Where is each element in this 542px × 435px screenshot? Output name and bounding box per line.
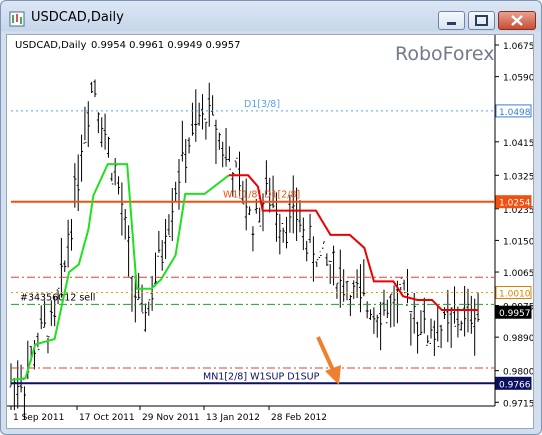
chart-app-icon bbox=[9, 11, 25, 27]
y-tick-label: 1.0675 bbox=[503, 42, 533, 52]
close-icon bbox=[511, 15, 523, 26]
chart-quotes-label: 0.9954 0.9961 0.9949 0.9957 bbox=[91, 40, 241, 51]
y-tick-label: 0.9800 bbox=[503, 368, 533, 378]
chart-window: USDCAD,Daily D1[3/8] W1[1/8] D1[2/8] #3435… bbox=[0, 0, 542, 435]
x-tick-label: 1 Sep 2011 bbox=[13, 413, 64, 423]
price-label: 1.0010 bbox=[499, 290, 531, 300]
minimize-button[interactable] bbox=[438, 11, 465, 30]
level-label: #34356012 sell bbox=[20, 292, 95, 303]
y-tick-label: 1.0325 bbox=[503, 172, 533, 182]
level-label: D1[3/8] bbox=[244, 99, 280, 110]
y-tick-label: 1.0415 bbox=[503, 139, 533, 149]
down-arrow-icon bbox=[316, 336, 341, 385]
x-tick-label: 13 Jan 2012 bbox=[206, 413, 260, 423]
title-bar[interactable]: USDCAD,Daily bbox=[1, 1, 541, 34]
y-tick-label: 0.9890 bbox=[503, 334, 533, 344]
price-label: 0.9766 bbox=[499, 380, 531, 390]
restore-icon bbox=[475, 15, 488, 26]
price-label: 1.0498 bbox=[499, 108, 531, 118]
minimize-icon bbox=[447, 22, 456, 25]
chart-area[interactable]: D1[3/8] W1[1/8] D1[2/8] #34356012 sell MN1[… bbox=[6, 34, 535, 429]
level-label: W1[1/8] D1[2/8] bbox=[223, 190, 300, 201]
x-tick-label: 28 Feb 2012 bbox=[271, 413, 327, 423]
window-title: USDCAD,Daily bbox=[31, 10, 124, 25]
close-button[interactable] bbox=[498, 11, 536, 30]
chart-symbol-label: USDCAD,Daily bbox=[15, 40, 86, 51]
watermark: RoboForex bbox=[395, 43, 495, 65]
y-tick-label: 1.0065 bbox=[503, 269, 533, 279]
price-label: 1.0254 bbox=[499, 199, 531, 209]
price-label: 0.9957 bbox=[499, 309, 531, 319]
x-tick-label: 17 Oct 2011 bbox=[79, 413, 135, 423]
x-tick-label: 29 Nov 2011 bbox=[142, 413, 200, 423]
y-tick-label: 1.0150 bbox=[503, 237, 533, 247]
y-tick-label: 1.0590 bbox=[503, 74, 533, 84]
restore-button[interactable] bbox=[468, 11, 495, 30]
green-indicator-line bbox=[10, 163, 230, 381]
level-label: MN1[2/8] W1SUP D1SUP bbox=[203, 371, 320, 382]
y-tick-label: 0.9715 bbox=[503, 399, 533, 409]
price-chart[interactable]: D1[3/8] W1[1/8] D1[2/8] #34356012 sell MN1[… bbox=[7, 35, 535, 428]
